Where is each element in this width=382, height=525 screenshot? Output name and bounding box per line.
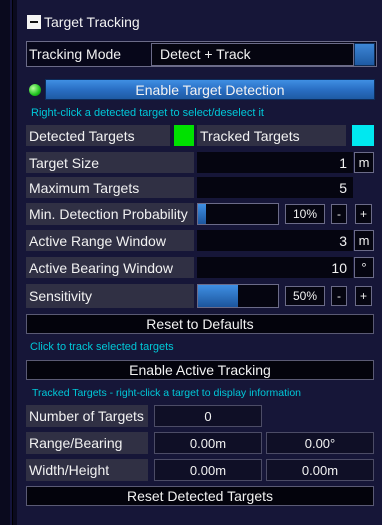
target-size-label: Target Size xyxy=(29,154,100,171)
range-bearing-row: Range/Bearing xyxy=(26,432,148,454)
range-bearing-label: Range/Bearing xyxy=(29,435,123,451)
sensitivity-percent[interactable]: 50% xyxy=(285,286,325,306)
sensitivity-row: Sensitivity xyxy=(26,284,194,308)
tracked-info-hint: Tracked Targets - right-click a target t… xyxy=(32,387,302,399)
active-range-window-label: Active Range Window xyxy=(29,232,166,249)
sensitivity-slider[interactable] xyxy=(197,284,279,308)
maximum-targets-input[interactable]: 5 xyxy=(197,177,353,198)
sensitivity-increment-button[interactable]: + xyxy=(355,286,372,306)
enable-target-detection-label: Enable Target Detection xyxy=(135,81,285,98)
detected-targets-legend: Detected Targets xyxy=(26,125,170,146)
min-detection-probability-increment-button[interactable]: + xyxy=(355,204,372,224)
active-bearing-window-unit: ° xyxy=(354,257,374,278)
tracking-mode-label: Tracking Mode xyxy=(29,46,122,62)
sensitivity-label: Sensitivity xyxy=(29,288,93,304)
number-of-targets-value: 0 xyxy=(154,405,262,427)
active-bearing-window-input[interactable]: 10 xyxy=(197,257,353,278)
active-range-window-input[interactable]: 3 xyxy=(197,230,353,251)
detected-color-swatch[interactable] xyxy=(174,125,194,146)
tracked-targets-legend: Tracked Targets xyxy=(197,125,346,146)
active-bearing-window-label: Active Bearing Window xyxy=(29,259,173,276)
min-detection-probability-fill xyxy=(198,204,206,224)
target-size-row: Target Size xyxy=(26,152,194,173)
maximum-targets-label: Maximum Targets xyxy=(29,179,140,196)
active-bearing-window-value: 10 xyxy=(331,259,347,276)
number-of-targets-row: Number of Targets xyxy=(26,405,148,427)
reset-detected-targets-button[interactable]: Reset Detected Targets xyxy=(26,486,374,506)
min-detection-probability-slider[interactable] xyxy=(197,203,279,225)
target-size-value: 1 xyxy=(339,154,347,171)
reset-to-defaults-label: Reset to Defaults xyxy=(146,316,254,332)
tracking-hint: Click to track selected targets xyxy=(30,341,174,353)
min-detection-probability-decrement-button[interactable]: - xyxy=(331,204,347,224)
width-height-label: Width/Height xyxy=(29,462,110,478)
left-border xyxy=(10,0,13,525)
width-value: 0.00m xyxy=(154,459,262,481)
active-range-window-value: 3 xyxy=(339,232,347,249)
min-detection-probability-label: Min. Detection Probability xyxy=(29,206,188,222)
enable-active-tracking-button[interactable]: Enable Active Tracking xyxy=(26,360,374,380)
target-size-unit: m xyxy=(354,152,374,173)
sensitivity-fill xyxy=(198,285,238,307)
tracking-mode-value: Detect + Track xyxy=(160,46,251,62)
panel-title: Target Tracking xyxy=(44,14,140,30)
maximum-targets-value: 5 xyxy=(339,179,347,196)
minus-square-icon[interactable] xyxy=(27,15,41,29)
bearing-value: 0.00° xyxy=(266,432,374,454)
target-size-input[interactable]: 1 xyxy=(197,152,353,173)
tracked-targets-label: Tracked Targets xyxy=(200,127,300,144)
status-led-icon xyxy=(29,84,41,96)
active-range-window-row: Active Range Window xyxy=(26,230,194,251)
active-bearing-window-row: Active Bearing Window xyxy=(26,257,194,278)
sensitivity-decrement-button[interactable]: - xyxy=(331,286,347,306)
number-of-targets-label: Number of Targets xyxy=(29,408,144,424)
min-detection-probability-percent[interactable]: 10% xyxy=(285,204,325,224)
width-height-row: Width/Height xyxy=(26,459,148,481)
reset-to-defaults-button[interactable]: Reset to Defaults xyxy=(26,314,374,334)
height-value: 0.00m xyxy=(266,459,374,481)
detection-hint: Right-click a detected target to select/… xyxy=(31,107,264,119)
detected-targets-label: Detected Targets xyxy=(29,127,135,144)
tracked-color-swatch[interactable] xyxy=(352,125,374,146)
dropdown-arrow-button[interactable] xyxy=(354,43,375,66)
maximum-targets-row: Maximum Targets xyxy=(26,177,194,198)
range-value: 0.00m xyxy=(154,432,262,454)
enable-active-tracking-label: Enable Active Tracking xyxy=(129,362,271,378)
reset-detected-targets-label: Reset Detected Targets xyxy=(126,488,274,504)
active-range-window-unit: m xyxy=(354,230,374,251)
min-detection-probability-row: Min. Detection Probability xyxy=(26,203,194,225)
enable-target-detection-button[interactable]: Enable Target Detection xyxy=(45,79,375,100)
